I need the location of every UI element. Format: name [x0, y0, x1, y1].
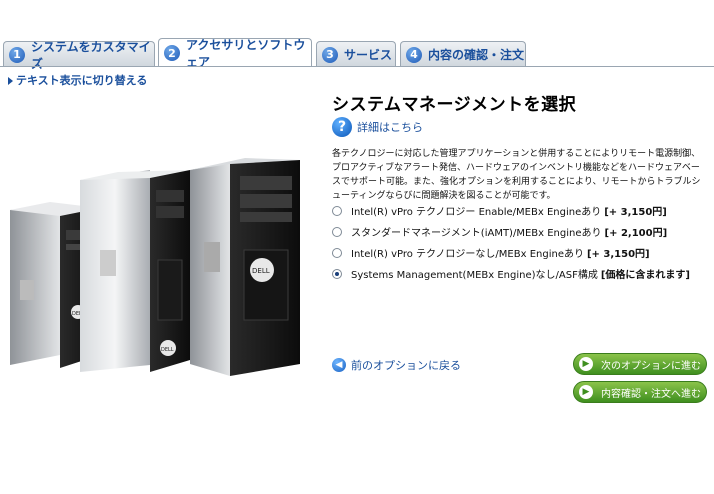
option-label: スタンダードマネージメント(iAMT)/MEBx Engineあり	[351, 228, 602, 239]
radio-button[interactable]	[332, 226, 342, 237]
tab-label: サービス	[344, 48, 393, 62]
option-price: [+ 2,100円]	[604, 228, 668, 239]
tab-accessories[interactable]: 2 アクセサリとソフトウェア	[158, 38, 312, 69]
step-tabs: 1 システムをカスタマイズ 2 アクセサリとソフトウェア 3 サービス 4 内容…	[0, 38, 714, 71]
previous-option-link[interactable]: ◀ 前のオプションに戻る	[332, 357, 461, 373]
radio-button[interactable]	[332, 247, 342, 258]
details-link-label: 詳細はこちら	[357, 121, 423, 134]
text-view-link[interactable]: テキスト表示に切り替える	[8, 72, 147, 88]
step-number-icon: 2	[164, 45, 180, 61]
dell-logo: DELL	[252, 267, 270, 275]
details-link[interactable]: ? 詳細はこちら	[332, 117, 423, 137]
management-options: Intel(R) vPro テクノロジー Enable/MEBx Engineあ…	[332, 200, 690, 284]
tab-services[interactable]: 3 サービス	[316, 41, 396, 67]
step-number-icon: 1	[9, 46, 25, 63]
option-label: Intel(R) vPro テクノロジーなし/MEBx Engineあり	[351, 249, 584, 260]
option-label: Systems Management(MEBx Engine)なし/ASF構成	[351, 270, 598, 281]
option-price: [価格に含まれます]	[600, 270, 690, 281]
option-standard-iamt[interactable]: スタンダードマネージメント(iAMT)/MEBx Engineあり [+ 2,1…	[332, 221, 690, 242]
radio-button-selected[interactable]	[332, 268, 342, 279]
arrow-right-icon	[8, 77, 13, 85]
step-number-icon: 3	[322, 46, 338, 63]
tab-customize[interactable]: 1 システムをカスタマイズ	[3, 40, 155, 71]
next-option-button[interactable]: ▶ 次のオプションに進む	[573, 353, 707, 375]
option-label: Intel(R) vPro テクノロジー Enable/MEBx Engineあ…	[351, 207, 602, 218]
svg-text:DELL: DELL	[161, 347, 174, 353]
option-price: [+ 3,150円]	[604, 207, 667, 218]
option-price: [+ 3,150円]	[586, 249, 650, 260]
arrow-left-icon: ◀	[332, 358, 346, 372]
tab-review-order[interactable]: 4 内容の確認・注文	[400, 41, 526, 67]
option-vpro-enable[interactable]: Intel(R) vPro テクノロジー Enable/MEBx Engineあ…	[332, 200, 690, 221]
desktop-towers-image: DELL DELL DELL	[10, 158, 300, 376]
option-vpro-none[interactable]: Intel(R) vPro テクノロジーなし/MEBx Engineあり [+ …	[332, 242, 690, 263]
option-asf[interactable]: Systems Management(MEBx Engine)なし/ASF構成 …	[332, 263, 690, 284]
tab-label: アクセサリとソフトウェア	[186, 38, 306, 69]
arrow-right-icon: ▶	[579, 385, 593, 399]
review-order-button[interactable]: ▶ 内容確認・注文へ進む	[573, 381, 707, 403]
tabs-divider	[0, 66, 714, 67]
section-description: 各テクノロジーに対応した管理アプリケーションと併用することによりリモート電源制御…	[332, 149, 701, 201]
arrow-right-icon: ▶	[579, 357, 593, 371]
step-number-icon: 4	[406, 46, 422, 63]
radio-button[interactable]	[332, 205, 342, 216]
question-icon: ?	[332, 117, 352, 137]
tab-label: 内容の確認・注文	[428, 48, 525, 62]
section-title: システムマネージメントを選択	[332, 95, 577, 115]
